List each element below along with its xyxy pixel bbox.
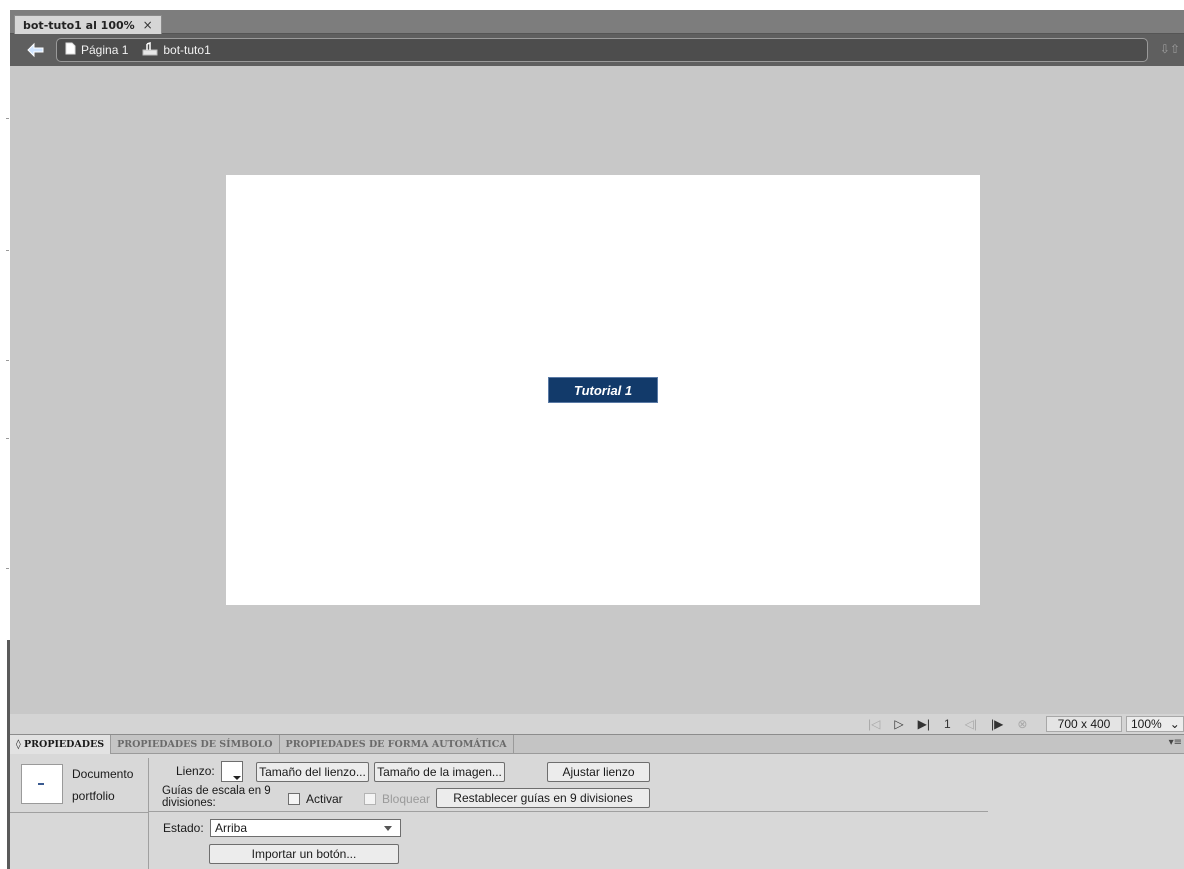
breadcrumb: Página 1 bot-tuto1 — [56, 38, 1148, 62]
edge-tick — [6, 250, 9, 251]
chevron-down-icon — [384, 826, 392, 831]
edge-tick — [6, 568, 9, 569]
enable-checkbox[interactable]: Activar — [288, 792, 343, 806]
next-frame-icon[interactable]: |▶ — [991, 717, 1003, 731]
panel-menu-icon[interactable]: ▾≡ — [1169, 737, 1182, 748]
play-icon[interactable]: ▷ — [894, 717, 903, 731]
doc-type-label: Documento — [72, 767, 134, 781]
lock-label: Bloquear — [382, 792, 431, 806]
image-size-button[interactable]: Tamaño de la imagen... — [374, 762, 505, 782]
divider — [148, 758, 149, 869]
nine-slice-label: Guías de escala en 9 divisiones: — [162, 785, 271, 807]
breadcrumb-item-symbol[interactable]: bot-tuto1 — [142, 41, 211, 59]
zoom-select[interactable]: 100% ⌄ — [1126, 716, 1184, 732]
document-thumbnail — [21, 764, 63, 804]
tab-autoshape-properties[interactable]: PROPIEDADES DE FORMA AUTOMÁTICA — [280, 735, 514, 754]
edge-tick — [6, 118, 9, 119]
checkbox-box — [288, 793, 300, 805]
import-button[interactable]: Importar un botón... — [209, 844, 399, 864]
edit-symbols-icon[interactable]: ⇩⇧ — [1160, 42, 1180, 56]
lock-checkbox[interactable]: Bloquear — [364, 792, 430, 806]
state-select[interactable]: Arriba — [210, 819, 401, 837]
first-frame-icon[interactable]: |◁ — [868, 717, 880, 731]
page-icon — [65, 42, 76, 58]
enable-label: Activar — [306, 792, 343, 806]
canvas-label: Lienzo: — [176, 764, 215, 778]
canvas-size-button[interactable]: Tamaño del lienzo... — [256, 762, 369, 782]
playback-controls: |◁ ▷ ▶| 1 ◁| |▶ ⊗ — [868, 714, 1027, 734]
prev-frame-icon[interactable]: ◁| — [965, 717, 977, 731]
stage-canvas[interactable]: Tutorial 1 — [226, 175, 980, 605]
tab-symbol-properties[interactable]: PROPIEDADES DE SÍMBOLO — [111, 735, 280, 754]
breadcrumb-label: bot-tuto1 — [163, 43, 211, 57]
edge-tick — [6, 438, 9, 439]
document-tab-bar: bot-tuto1 al 100% × — [10, 10, 1184, 34]
back-arrow-icon[interactable] — [24, 40, 48, 60]
frame-number: 1 — [943, 717, 951, 731]
chevron-down-icon: ⌄ — [1169, 717, 1180, 731]
canvas-size-readout: 700 x 400 — [1046, 716, 1122, 732]
breadcrumb-item-page[interactable]: Página 1 — [65, 42, 128, 58]
document-tab-title: bot-tuto1 al 100% — [23, 18, 135, 32]
state-label: Estado: — [163, 821, 204, 835]
canvas-color-swatch[interactable] — [221, 761, 243, 782]
reset-guides-button[interactable]: Restablecer guías en 9 divisiones — [436, 788, 650, 808]
breadcrumb-label: Página 1 — [81, 43, 129, 57]
properties-panel: Documento portfolio Lienzo: Tamaño del l… — [10, 754, 1184, 869]
edit-bar: Página 1 bot-tuto1 ⇩⇧ — [10, 34, 1184, 66]
document-tab[interactable]: bot-tuto1 al 100% × — [14, 15, 162, 34]
checkbox-box — [364, 793, 376, 805]
properties-tab-bar: ◊ PROPIEDADES PROPIEDADES DE SÍMBOLO PRO… — [10, 734, 1184, 754]
status-bar: |◁ ▷ ▶| 1 ◁| |▶ ⊗ 700 x 400 100% ⌄ — [10, 714, 1184, 734]
divider — [10, 812, 148, 813]
tutorial-button[interactable]: Tutorial 1 — [548, 377, 658, 403]
fit-canvas-button[interactable]: Ajustar lienzo — [547, 762, 650, 782]
top-strip — [0, 0, 1184, 10]
pasteboard: Tutorial 1 — [10, 66, 1184, 714]
edge-tick — [6, 360, 9, 361]
close-icon[interactable]: × — [143, 18, 153, 32]
divider — [149, 811, 988, 812]
stop-icon[interactable]: ⊗ — [1017, 717, 1027, 731]
state-value: Arriba — [215, 821, 248, 835]
tab-properties[interactable]: ◊ PROPIEDADES — [10, 735, 112, 754]
last-frame-icon[interactable]: ▶| — [918, 717, 930, 731]
button-symbol-icon — [142, 41, 158, 59]
zoom-value: 100% — [1131, 717, 1162, 731]
doc-name-label: portfolio — [72, 789, 115, 803]
